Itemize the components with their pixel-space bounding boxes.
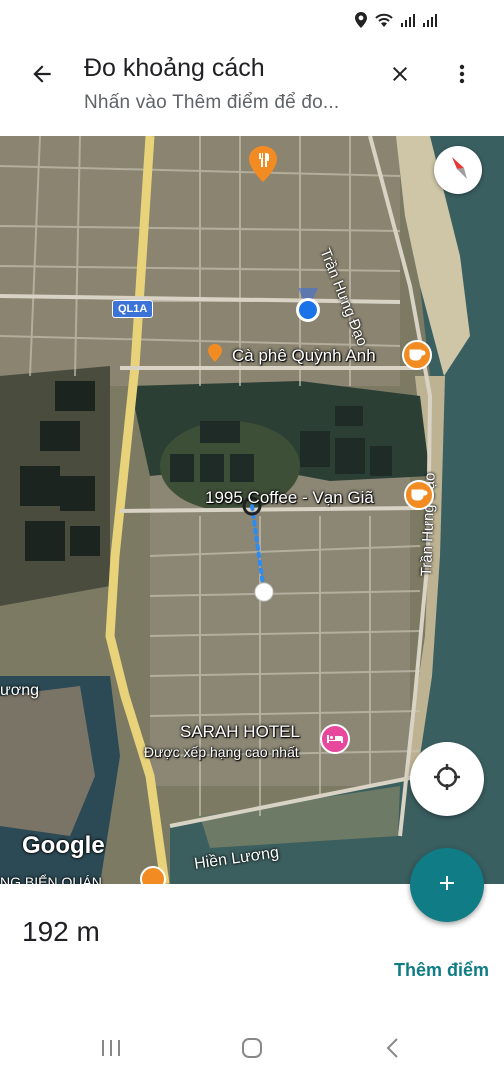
satellite-map[interactable]: QL1A Trần Hưng Đạo Trần Hưng Đạo Cà phê … — [0, 136, 504, 884]
distance-value: 192 m — [22, 916, 100, 947]
hotel-pin-icon[interactable] — [320, 724, 350, 754]
more-options-button[interactable] — [440, 54, 484, 98]
restaurant-pin-icon[interactable] — [140, 866, 166, 884]
highway-shield: QL1A — [112, 300, 154, 318]
app-bar: Đo khoảng cách Nhấn vào Thêm điểm để đo.… — [0, 44, 504, 136]
page-title: Đo khoảng cách — [84, 54, 265, 82]
google-logo: Google — [22, 832, 105, 859]
poi-small-pin-icon — [208, 344, 222, 362]
signal-icon — [400, 12, 416, 28]
poi-label[interactable]: 1995 Coffee - Vạn Giã — [205, 488, 374, 508]
crosshair-icon — [432, 762, 462, 797]
page-subtitle: Nhấn vào Thêm điểm để đo... — [84, 92, 340, 113]
wifi-icon — [374, 12, 394, 28]
more-vert-icon — [450, 62, 474, 91]
location-icon — [354, 12, 368, 28]
plus-icon — [435, 871, 459, 900]
my-location-marker — [296, 288, 320, 322]
signal-icon — [422, 12, 438, 28]
status-bar — [0, 0, 504, 44]
poi-sublabel: Được xếp hạng cao nhất — [144, 744, 299, 760]
cafe-pin-icon[interactable] — [402, 340, 432, 370]
poi-label[interactable]: Cà phê Quỳnh Anh — [232, 346, 376, 366]
back-icon — [383, 1036, 403, 1065]
compass-button[interactable] — [434, 146, 482, 194]
home-icon — [240, 1036, 264, 1065]
nav-back-button[interactable] — [378, 1036, 408, 1064]
system-nav-bar — [0, 1020, 504, 1080]
poi-label[interactable]: SARAH HOTEL — [180, 722, 300, 742]
compass-icon — [445, 155, 471, 186]
area-label: ương — [0, 682, 39, 699]
my-location-button[interactable] — [410, 742, 484, 816]
measure-line — [242, 496, 274, 602]
close-icon — [388, 62, 412, 91]
restaurant-pin-icon[interactable] — [248, 146, 278, 182]
back-button[interactable] — [20, 54, 64, 98]
close-button[interactable] — [378, 54, 422, 98]
add-point-button[interactable]: Thêm điểm — [394, 960, 489, 981]
recents-icon — [99, 1038, 123, 1063]
add-point-fab[interactable] — [410, 848, 484, 922]
recents-button[interactable] — [96, 1036, 126, 1064]
arrow-back-icon — [29, 61, 55, 92]
area-label: NG BIỂN QUÁN — [0, 874, 102, 884]
cafe-pin-icon[interactable] — [404, 480, 434, 510]
home-button[interactable] — [237, 1036, 267, 1064]
